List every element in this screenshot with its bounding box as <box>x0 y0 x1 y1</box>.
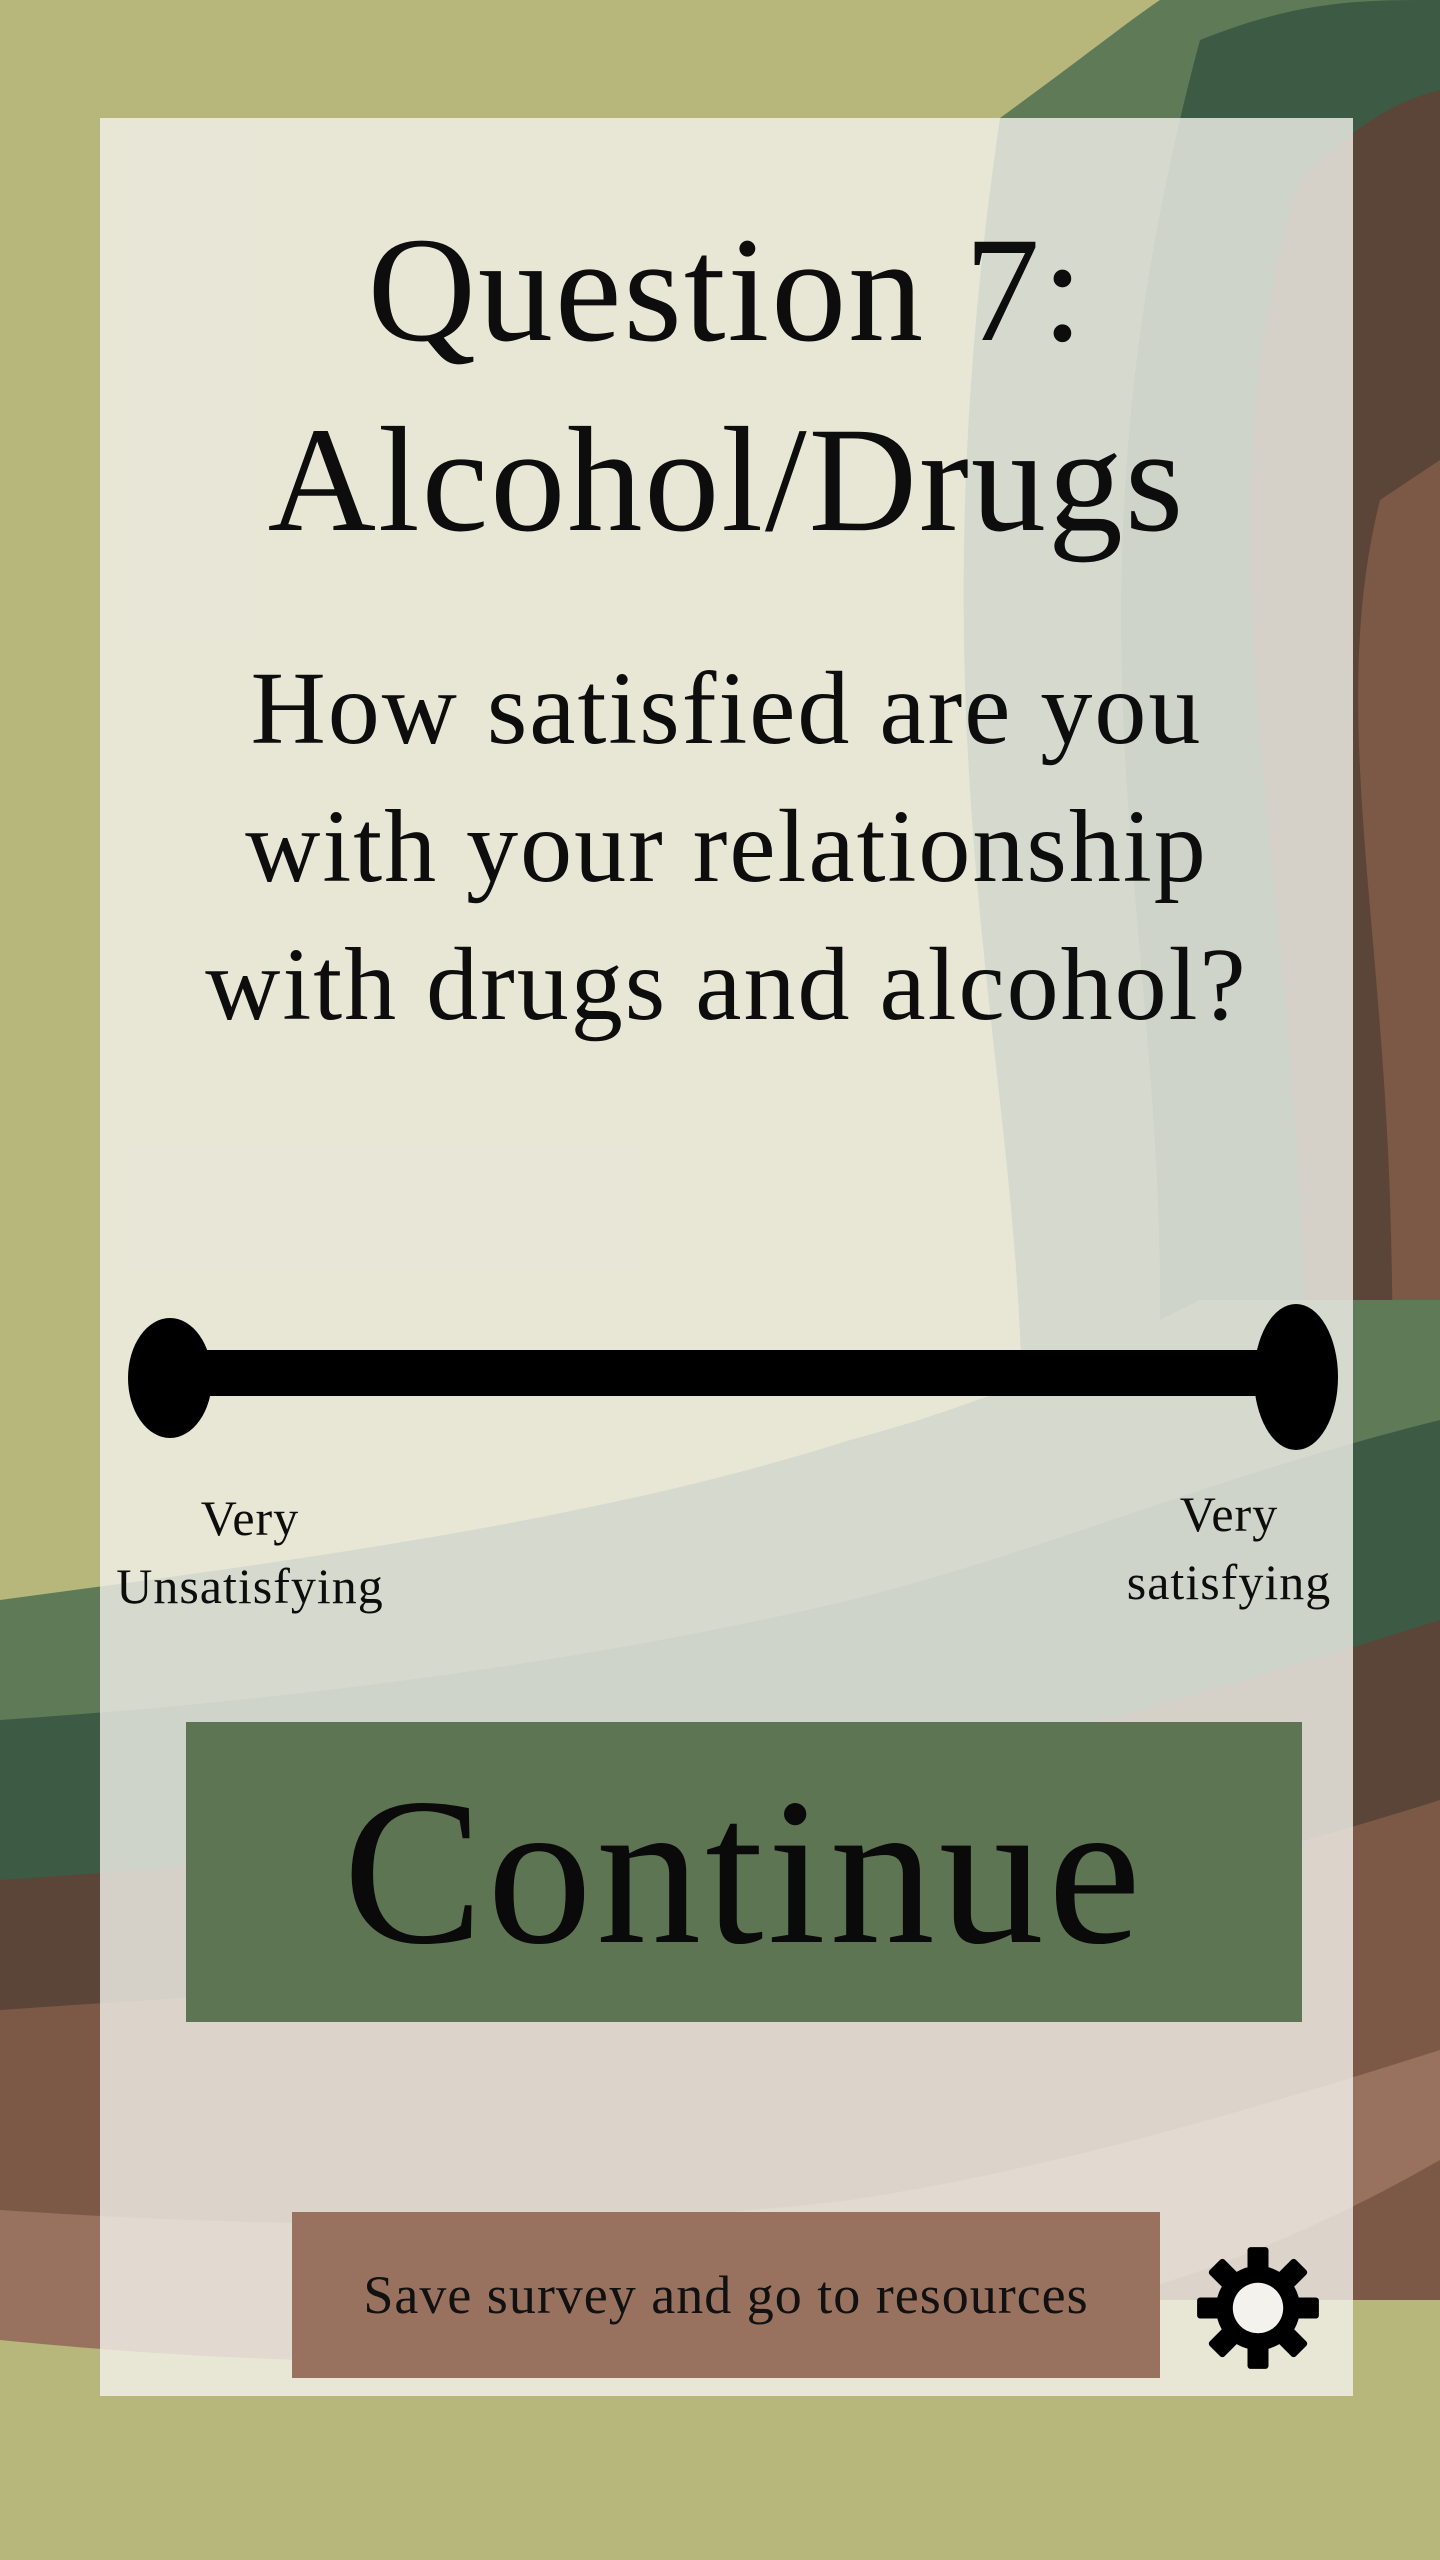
scale-max-label-line2: satisfying <box>1126 1554 1332 1610</box>
slider-track[interactable] <box>188 1350 1288 1396</box>
save-and-resources-button[interactable]: Save survey and go to resources <box>292 2212 1160 2378</box>
scale-min-label-line2: Unsatisfying <box>116 1558 384 1614</box>
gear-icon[interactable] <box>1195 2245 1321 2371</box>
question-text: How satisfied are you with your relation… <box>205 651 1248 1042</box>
scale-max-label: Very satisfying <box>1098 1480 1360 1616</box>
slider-max-handle[interactable] <box>1254 1304 1338 1450</box>
question-title: Question 7: Alcohol/Drugs <box>100 195 1353 575</box>
slider-min-handle[interactable] <box>128 1318 212 1438</box>
question-number: Question 7: <box>367 207 1086 373</box>
question-topic: Alcohol/Drugs <box>267 397 1186 563</box>
scale-min-label: Very Unsatisfying <box>100 1484 400 1620</box>
continue-button[interactable]: Continue <box>186 1722 1302 2022</box>
scale-max-label-line1: Very <box>1179 1486 1279 1542</box>
scale-min-label-line1: Very <box>200 1490 300 1546</box>
satisfaction-slider[interactable] <box>128 1300 1338 1450</box>
